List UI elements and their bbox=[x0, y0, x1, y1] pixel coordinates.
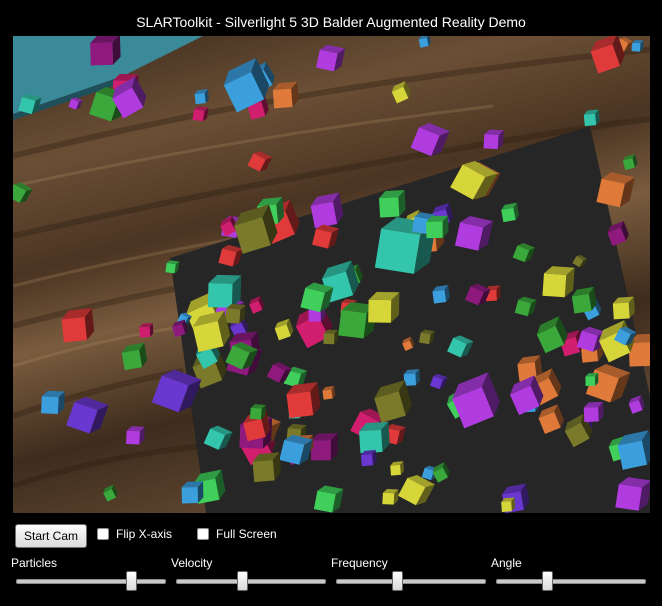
velocity-track[interactable] bbox=[176, 579, 326, 584]
particle-cube bbox=[359, 421, 390, 454]
full-screen-checkbox[interactable]: Full Screen bbox=[197, 527, 277, 541]
flip-x-label: Flip X-axis bbox=[116, 527, 173, 541]
window-title: SLARToolkit - Silverlight 5 3D Balder Au… bbox=[136, 14, 526, 30]
flip-x-checkbox-box[interactable] bbox=[97, 528, 109, 540]
camera-viewport[interactable] bbox=[13, 36, 650, 513]
particle-cube bbox=[403, 369, 420, 386]
angle-slider[interactable]: Angle bbox=[491, 556, 646, 591]
flip-x-checkbox[interactable]: Flip X-axis bbox=[97, 527, 172, 541]
frequency-label: Frequency bbox=[331, 556, 388, 570]
particle-cube bbox=[382, 488, 399, 505]
particle-cube bbox=[368, 291, 400, 323]
particle-cube bbox=[207, 274, 242, 308]
particles-label: Particles bbox=[11, 556, 58, 570]
angle-label: Angle bbox=[491, 556, 522, 570]
particles-thumb[interactable] bbox=[125, 571, 137, 591]
frequency-thumb[interactable] bbox=[391, 571, 403, 591]
particle-cube bbox=[583, 401, 604, 423]
particles-slider[interactable]: Particles bbox=[11, 556, 166, 591]
velocity-slider[interactable]: Velocity bbox=[171, 556, 326, 591]
particle-cube bbox=[41, 390, 65, 415]
particle-cube bbox=[426, 215, 449, 239]
velocity-thumb[interactable] bbox=[237, 571, 249, 591]
ar-scene bbox=[13, 36, 650, 513]
particle-cube bbox=[90, 36, 121, 66]
particle-cube bbox=[311, 433, 338, 461]
particle-cube bbox=[323, 329, 339, 345]
angle-track[interactable] bbox=[496, 579, 646, 584]
particle-cube bbox=[483, 129, 504, 150]
velocity-label: Velocity bbox=[171, 556, 213, 570]
start-cam-button[interactable]: Start Cam bbox=[15, 524, 87, 548]
frequency-track[interactable] bbox=[336, 579, 486, 584]
particle-cube bbox=[181, 481, 204, 504]
angle-thumb[interactable] bbox=[541, 571, 553, 591]
particle-cube bbox=[379, 189, 406, 218]
particles-track[interactable] bbox=[16, 579, 166, 584]
particle-cube bbox=[126, 426, 145, 445]
particle-cube bbox=[585, 372, 599, 387]
full-screen-checkbox-box[interactable] bbox=[197, 528, 209, 540]
full-screen-label: Full Screen bbox=[216, 527, 277, 541]
frequency-slider[interactable]: Frequency bbox=[331, 556, 486, 591]
control-panel: Start Cam Flip X-axis Full Screen Partic… bbox=[0, 520, 662, 606]
